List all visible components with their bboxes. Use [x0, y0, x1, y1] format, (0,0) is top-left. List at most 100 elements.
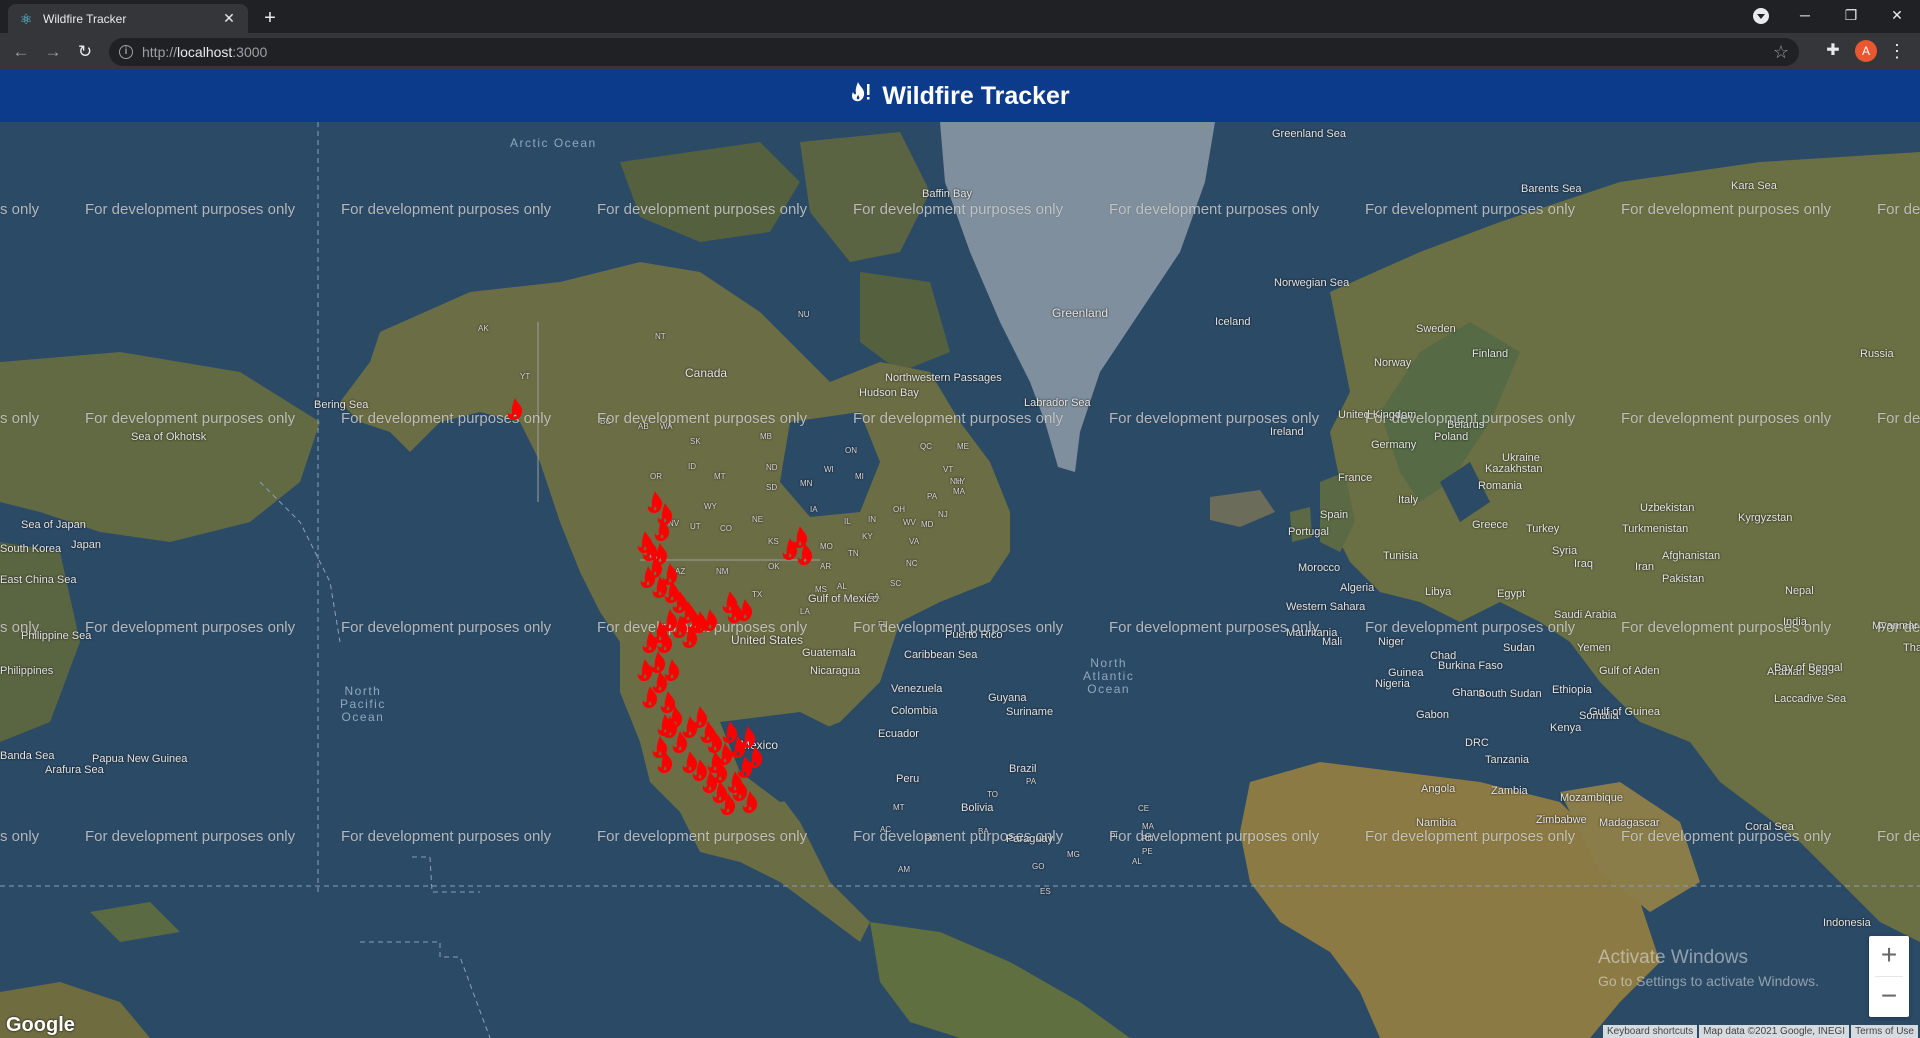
dev-watermark: s only: [0, 828, 40, 845]
fire-icon[interactable]: [790, 525, 810, 549]
place-label: Gabon: [1416, 709, 1450, 721]
profile-avatar[interactable]: A: [1855, 40, 1877, 62]
place-label: Kazakhstan: [1485, 463, 1543, 475]
place-label: Bay of Bengal: [1774, 662, 1843, 674]
region-label: ND: [766, 463, 778, 472]
map-terrain: [0, 122, 1920, 1038]
place-label: Caribbean Sea: [904, 649, 978, 661]
region-label: NU: [798, 310, 810, 319]
region-label: CE: [1138, 804, 1150, 813]
keyboard-shortcuts-link[interactable]: Keyboard shortcuts: [1603, 1025, 1698, 1038]
place-label: Germany: [1371, 439, 1417, 451]
place-label: Mozambique: [1560, 792, 1623, 804]
dev-watermark: For de: [1877, 619, 1920, 636]
extensions-puzzle-icon[interactable]: ✚: [1823, 41, 1843, 61]
place-label: Banda Sea: [0, 750, 55, 762]
zoom-in-button[interactable]: +: [1869, 936, 1909, 976]
minimize-button[interactable]: ─: [1782, 0, 1828, 32]
fire-icon[interactable]: [655, 750, 675, 774]
region-label: WY: [704, 502, 717, 511]
place-label: Baffin Bay: [922, 188, 972, 200]
reload-icon[interactable]: ↻: [72, 39, 98, 65]
info-icon[interactable]: i: [119, 45, 133, 59]
place-label: Uzbekistan: [1640, 502, 1695, 514]
place-label: Ecuador: [878, 728, 919, 740]
wildfire-map[interactable]: Arctic Ocean North Pacific Ocean North Atlant…: [0, 122, 1920, 1038]
fire-icon[interactable]: [505, 397, 525, 421]
place-label: Barents Sea: [1521, 183, 1582, 195]
dev-watermark: For development purposes only: [853, 201, 1064, 218]
place-label: Sudan: [1503, 642, 1535, 654]
place-label: Iceland: [1215, 316, 1251, 328]
place-label: Japan: [71, 539, 101, 551]
region-label: AR: [820, 562, 832, 571]
region-label: ES: [1040, 887, 1051, 896]
dev-watermark: For de: [1877, 201, 1920, 218]
place-label: Hudson Bay: [859, 387, 919, 399]
place-label: Yemen: [1577, 642, 1611, 654]
dev-watermark: s only: [0, 410, 40, 427]
place-label: Egypt: [1497, 588, 1526, 600]
react-favicon-icon: ⚛: [19, 10, 33, 27]
region-label: AL: [1132, 857, 1142, 866]
region-label: VT: [943, 465, 954, 474]
back-icon[interactable]: ←: [8, 39, 34, 65]
place-label: Greenland: [1052, 306, 1109, 320]
fire-icon[interactable]: [640, 685, 660, 709]
fire-icon[interactable]: [700, 608, 720, 632]
place-label: Iran: [1635, 561, 1654, 573]
forward-icon[interactable]: →: [40, 39, 66, 65]
region-label: OR: [650, 472, 662, 481]
place-label: Greenland Sea: [1272, 128, 1346, 140]
dev-watermark: For development purposes only: [1621, 828, 1832, 845]
place-label: Norway: [1374, 357, 1412, 369]
region-label: LA: [800, 607, 810, 616]
new-tab-button[interactable]: +: [258, 7, 282, 31]
place-label: Zambia: [1491, 785, 1528, 797]
dev-watermark: For development purposes only: [597, 828, 808, 845]
place-label: Libya: [1425, 586, 1452, 598]
dev-watermark: s only: [0, 201, 40, 218]
fire-icon[interactable]: [720, 720, 740, 744]
zoom-out-button[interactable]: −: [1869, 977, 1909, 1017]
place-label: Burkina Faso: [1438, 660, 1503, 672]
browser-tab[interactable]: ⚛ Wildfire Tracker ✕: [8, 4, 248, 33]
address-bar[interactable]: i http://localhost:3000 ☆: [109, 38, 1799, 66]
place-label: Kyrgyzstan: [1738, 512, 1793, 524]
dev-watermark: For development purposes only: [1365, 619, 1576, 636]
place-label: Nicaragua: [810, 665, 861, 677]
close-tab-icon[interactable]: ✕: [220, 10, 238, 27]
dev-watermark: For de: [1877, 410, 1920, 427]
region-label: MA: [953, 487, 965, 496]
bookmark-star-icon[interactable]: ☆: [1773, 42, 1789, 62]
region-label: OH: [893, 505, 905, 514]
restore-button[interactable]: ❐: [1828, 0, 1874, 32]
place-label: Mali: [1322, 636, 1343, 648]
fire-icon[interactable]: [655, 502, 675, 526]
ocean-label: Arctic Ocean: [510, 136, 597, 150]
region-label: WV: [903, 518, 916, 527]
dev-watermark: For development purposes only: [1365, 828, 1576, 845]
browser-menu-icon[interactable]: ⋮: [1887, 39, 1907, 63]
fire-icon[interactable]: [705, 750, 725, 774]
place-label: East China Sea: [0, 574, 77, 586]
fire-icon[interactable]: [718, 792, 738, 816]
fire-icon[interactable]: [735, 598, 755, 622]
close-window-button[interactable]: ✕: [1874, 0, 1920, 32]
dev-watermark: For development purposes only: [853, 410, 1064, 427]
fire-icon[interactable]: [738, 725, 758, 749]
terms-of-use-link[interactable]: Terms of Use: [1851, 1025, 1918, 1038]
dev-watermark: For development purposes only: [1365, 410, 1576, 427]
place-label: Turkey: [1526, 523, 1560, 535]
region-label: PA: [1026, 777, 1037, 786]
region-label: KY: [862, 532, 873, 541]
place-label: Sweden: [1416, 323, 1456, 335]
fire-icon[interactable]: [740, 790, 760, 814]
region-label: NM: [716, 567, 729, 576]
tab-search-icon[interactable]: [1753, 8, 1769, 24]
region-label: SK: [690, 437, 701, 446]
place-label: Labrador Sea: [1024, 397, 1091, 409]
place-label: Venezuela: [891, 683, 943, 695]
place-label: Gulf of Aden: [1599, 665, 1660, 677]
activate-windows-title: Activate Windows: [1598, 947, 1748, 968]
